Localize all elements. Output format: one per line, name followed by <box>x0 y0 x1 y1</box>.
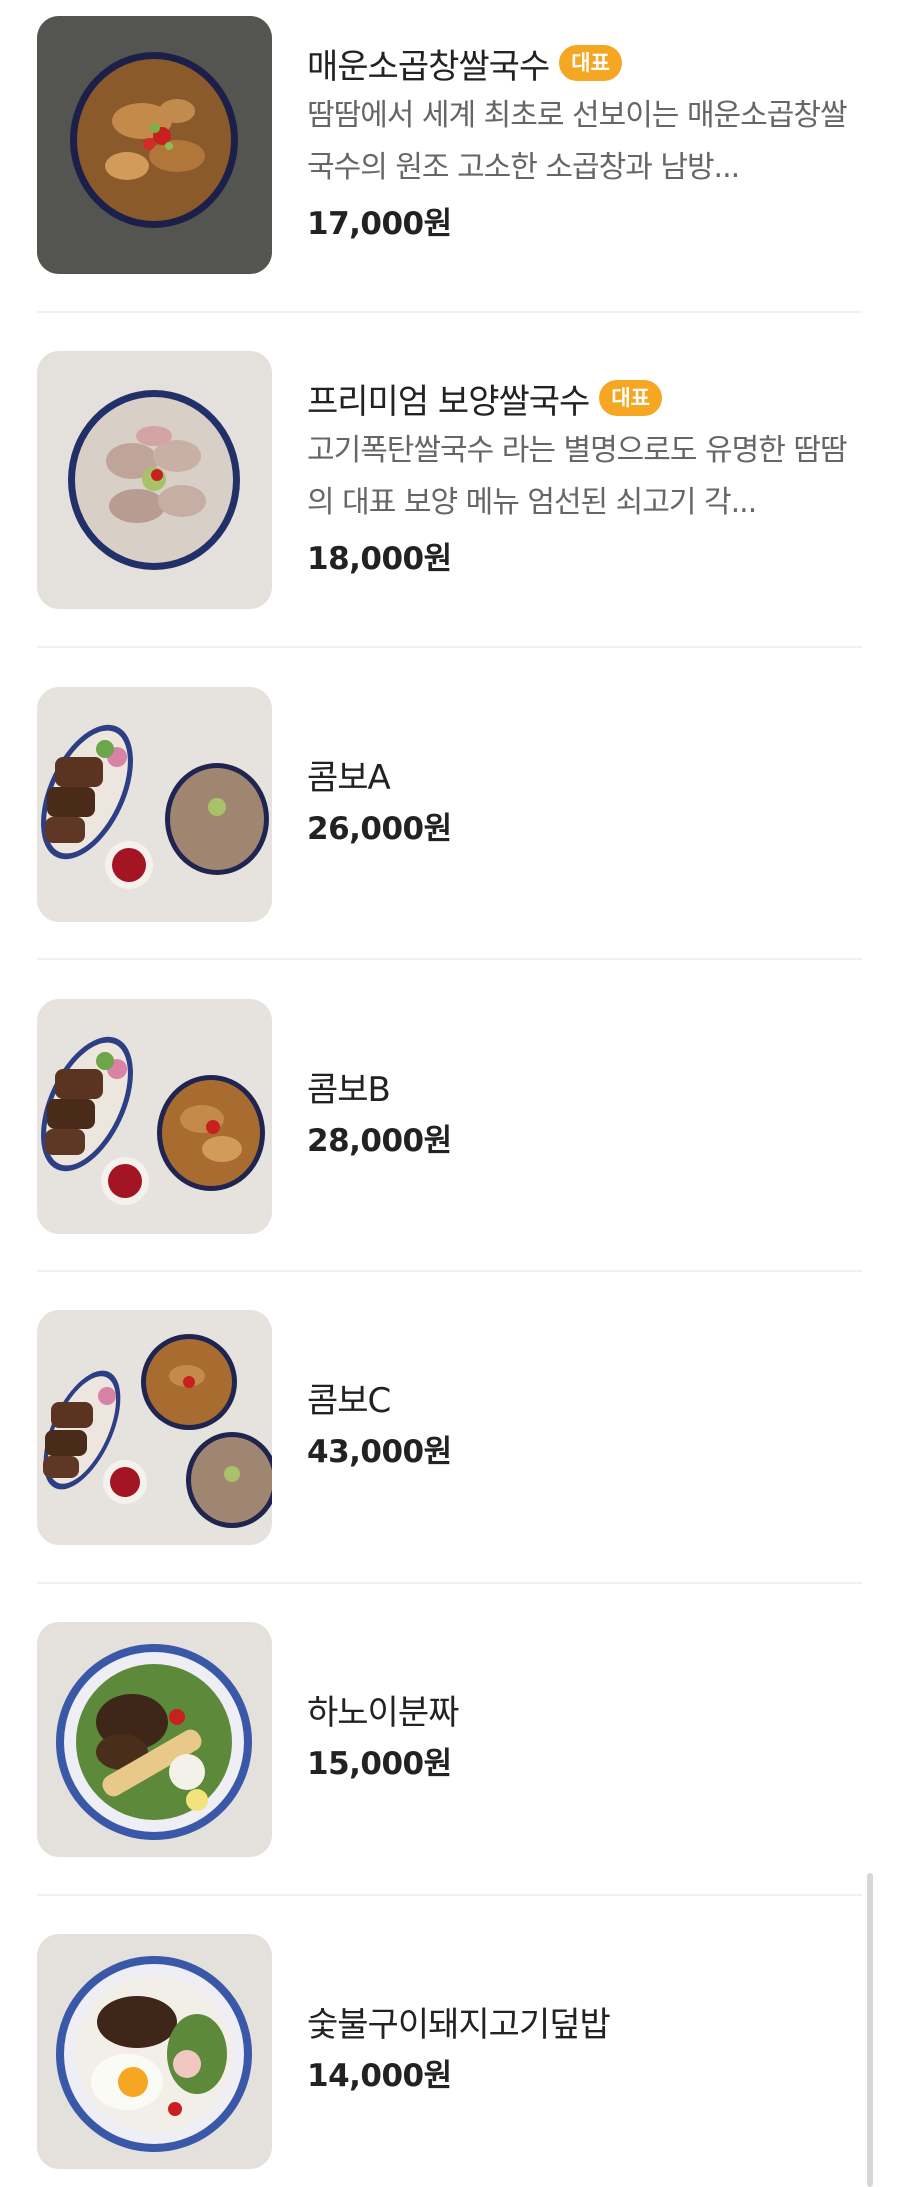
menu-item-image <box>37 1622 272 1857</box>
menu-item-info: 매운소곱창쌀국수 대표 땀땀에서 세계 최초로 선보이는 매운소곱창쌀국수의 원… <box>307 38 862 243</box>
menu-item-price: 43,000원 <box>307 1434 452 1470</box>
menu-item-combo-c[interactable]: 콤보C 43,000원 <box>37 1310 862 1545</box>
menu-item-price: 26,000원 <box>307 811 452 847</box>
menu-item-info: 숯불구이돼지고기덮밥 14,000원 <box>307 1996 862 2095</box>
menu-item-name: 콤보B <box>307 1069 391 1110</box>
divider <box>37 1582 862 1584</box>
menu-item-price: 17,000원 <box>307 206 452 242</box>
menu-item-name: 콤보A <box>307 757 391 798</box>
menu-item-info: 콤보B 28,000원 <box>307 1061 862 1160</box>
menu-item-name: 숯불구이돼지고기덮밥 <box>307 2004 611 2045</box>
divider <box>37 1894 862 1896</box>
menu-item-info: 프리미엄 보양쌀국수 대표 고기폭탄쌀국수 라는 별명으로도 유명한 땀땀의 대… <box>307 373 862 578</box>
menu-item-image <box>37 351 272 609</box>
divider <box>37 1270 862 1272</box>
divider <box>37 646 862 648</box>
menu-item-info: 하노이분짜 15,000원 <box>307 1684 862 1783</box>
menu-item-combo-a[interactable]: 콤보A 26,000원 <box>37 687 862 922</box>
menu-item-image <box>37 1934 272 2169</box>
menu-item-description: 땀땀에서 세계 최초로 선보이는 매운소곱창쌀국수의 원조 고소한 소곱창과 남… <box>307 98 848 185</box>
menu-item-name: 매운소곱창쌀국수 <box>307 46 550 87</box>
menu-item-combo-b[interactable]: 콤보B 28,000원 <box>37 999 862 1234</box>
menu-item-price: 15,000원 <box>307 1746 452 1782</box>
signature-badge: 대표 <box>559 45 622 81</box>
menu-item-name: 하노이분짜 <box>307 1692 459 1733</box>
menu-item-info: 콤보A 26,000원 <box>307 749 862 848</box>
menu-item-price: 28,000원 <box>307 1123 452 1159</box>
divider <box>37 958 862 960</box>
menu-item-premium-beef-noodle[interactable]: 프리미엄 보양쌀국수 대표 고기폭탄쌀국수 라는 별명으로도 유명한 땀땀의 대… <box>37 351 862 609</box>
menu-item-name: 프리미엄 보양쌀국수 <box>307 381 590 422</box>
menu-item-name: 콤보C <box>307 1380 391 1421</box>
menu-item-image <box>37 16 272 274</box>
menu-item-image <box>37 687 272 922</box>
menu-item-image <box>37 1310 272 1545</box>
signature-badge: 대표 <box>599 380 662 416</box>
menu-item-description: 고기폭탄쌀국수 라는 별명으로도 유명한 땀땀의 대표 보양 메뉴 엄선된 쇠고… <box>307 433 848 520</box>
scrollbar[interactable] <box>867 1873 873 2187</box>
divider <box>37 311 862 313</box>
menu-item-charcoal-pork-rice[interactable]: 숯불구이돼지고기덮밥 14,000원 <box>37 1934 862 2169</box>
menu-item-image <box>37 999 272 1234</box>
menu-item-price: 18,000원 <box>307 541 452 577</box>
menu-item-price: 14,000원 <box>307 2058 452 2094</box>
menu-item-info: 콤보C 43,000원 <box>307 1372 862 1471</box>
menu-item-spicy-tripe-noodle[interactable]: 매운소곱창쌀국수 대표 땀땀에서 세계 최초로 선보이는 매운소곱창쌀국수의 원… <box>37 16 862 274</box>
menu-item-hanoi-bun-cha[interactable]: 하노이분짜 15,000원 <box>37 1622 862 1857</box>
